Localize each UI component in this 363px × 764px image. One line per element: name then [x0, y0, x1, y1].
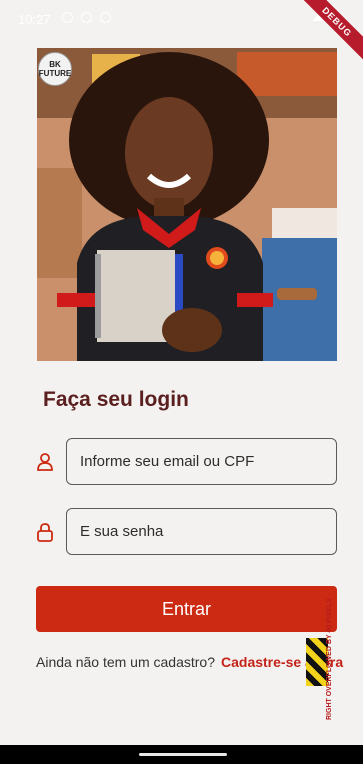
hero-photo	[37, 48, 337, 361]
brand-logo: BK FUTURE	[38, 52, 72, 86]
password-input[interactable]	[66, 508, 337, 555]
notification-icon	[62, 12, 73, 23]
page-title: Faça seu login	[43, 388, 189, 411]
password-row	[36, 508, 337, 555]
signup-prompt: Ainda não tem um cadastro?	[36, 654, 215, 670]
hero-image: BK FUTURE	[37, 48, 337, 361]
email-input[interactable]	[66, 438, 337, 485]
sync-icon	[100, 12, 111, 23]
home-gesture-handle[interactable]	[139, 753, 227, 756]
overflow-stripes	[306, 638, 328, 686]
status-left-icons	[62, 12, 111, 23]
email-row	[36, 438, 337, 485]
lock-icon	[37, 523, 53, 542]
navigation-bar	[0, 745, 363, 764]
brand-logo-text: BK FUTURE	[38, 60, 72, 78]
login-button[interactable]: Entrar	[36, 586, 337, 632]
sim-icon	[81, 12, 92, 23]
overflow-warning: RIGHT OVERFLOWED BY 40 PIXELS	[326, 597, 333, 720]
person-icon	[37, 453, 53, 471]
status-time: 10:27	[18, 12, 51, 27]
